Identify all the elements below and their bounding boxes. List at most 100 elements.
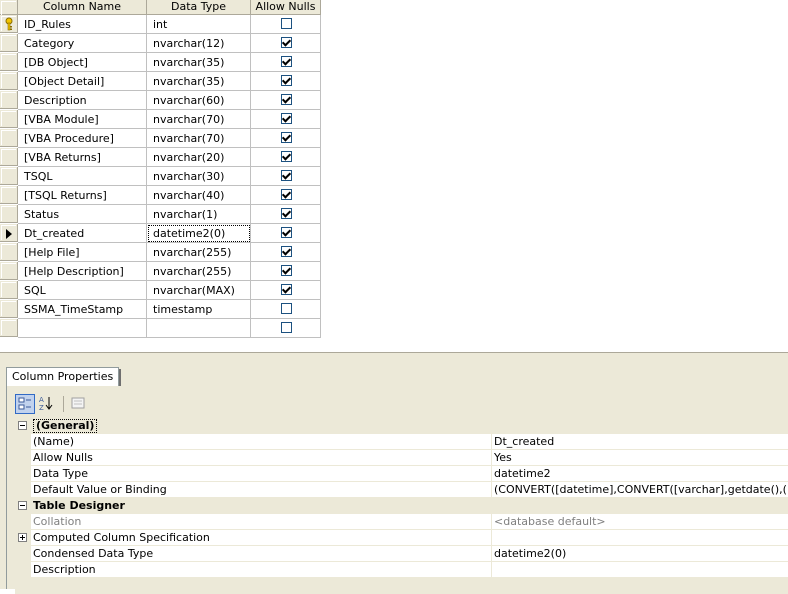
row-selector[interactable] [0,300,18,318]
column-name-cell[interactable]: [Object Detail] [18,72,147,91]
allow-nulls-checkbox[interactable] [281,265,292,276]
column-name-cell[interactable]: Status [18,205,147,224]
property-row-description[interactable]: Description [15,562,788,578]
property-value[interactable] [492,562,788,578]
allow-nulls-checkbox[interactable] [281,94,292,105]
allow-nulls-checkbox[interactable] [281,56,292,67]
property-value[interactable]: Dt_created [492,434,788,450]
allow-nulls-checkbox[interactable] [281,303,292,314]
column-name-cell[interactable]: [DB Object] [18,53,147,72]
data-type-cell[interactable]: nvarchar(40) [147,186,251,205]
property-value[interactable] [492,530,788,546]
data-type-cell[interactable]: nvarchar(70) [147,129,251,148]
collapse-icon[interactable] [18,421,27,430]
column-name-cell[interactable]: Category [18,34,147,53]
data-type-cell[interactable]: nvarchar(255) [147,262,251,281]
allow-nulls-checkbox[interactable] [281,37,292,48]
header-corner [0,0,18,16]
property-row-allow-nulls[interactable]: Allow Nulls Yes [15,450,788,466]
property-value[interactable]: datetime2(0) [492,546,788,562]
data-type-cell[interactable] [147,319,251,338]
data-type-cell[interactable]: nvarchar(70) [147,110,251,129]
category-table-designer[interactable]: Table Designer [15,498,788,514]
data-type-cell[interactable]: nvarchar(MAX) [147,281,251,300]
data-type-cell[interactable]: nvarchar(12) [147,34,251,53]
allow-nulls-checkbox[interactable] [281,284,292,295]
categorized-icon[interactable] [15,394,35,414]
svg-text:Z: Z [39,404,44,412]
data-type-header[interactable]: Data Type [147,0,251,15]
allow-nulls-checkbox[interactable] [281,322,292,333]
allow-nulls-checkbox[interactable] [281,132,292,143]
row-selector[interactable] [0,129,18,147]
category-gutter [15,578,31,594]
property-value[interactable]: datetime2 [492,466,788,482]
property-row-condensed-type[interactable]: Condensed Data Type datetime2(0) [15,546,788,562]
column-name-cell[interactable]: [VBA Returns] [18,148,147,167]
allow-nulls-checkbox[interactable] [281,246,292,257]
row-selector[interactable] [0,186,18,204]
row-selector[interactable] [0,319,18,337]
column-name-cell[interactable]: TSQL [18,167,147,186]
column-name-cell[interactable]: ID_Rules [18,15,147,34]
property-pages-icon[interactable] [69,394,89,414]
row-selector[interactable] [0,34,18,52]
row-selector[interactable] [0,72,18,90]
data-type-cell[interactable]: datetime2(0) [147,224,251,243]
tab-column-properties[interactable]: Column Properties [6,367,122,387]
column-name-cell[interactable]: SQL [18,281,147,300]
data-type-cell[interactable]: timestamp [147,300,251,319]
allow-nulls-checkbox[interactable] [281,75,292,86]
property-row-name[interactable]: (Name) Dt_created [15,434,788,450]
row-selector[interactable] [0,262,18,280]
allow-nulls-checkbox[interactable] [281,151,292,162]
row-selector[interactable] [0,110,18,128]
allow-nulls-checkbox[interactable] [281,170,292,181]
allow-nulls-checkbox[interactable] [281,227,292,238]
row-selector[interactable] [0,15,18,33]
column-name-cell[interactable]: Description [18,91,147,110]
expand-icon[interactable] [18,533,27,542]
column-name-cell[interactable]: [Help File] [18,243,147,262]
column-name-cell[interactable]: [VBA Procedure] [18,129,147,148]
row-selector[interactable] [0,167,18,185]
property-row-default-value[interactable]: Default Value or Binding (CONVERT([datet… [15,482,788,498]
data-type-cell[interactable]: nvarchar(35) [147,72,251,91]
column-name-cell[interactable]: [VBA Module] [18,110,147,129]
allow-nulls-checkbox[interactable] [281,208,292,219]
column-name-cell[interactable]: SSMA_TimeStamp [18,300,147,319]
collapse-icon[interactable] [18,501,27,510]
property-value[interactable]: Yes [492,450,788,466]
row-selector[interactable] [0,224,18,242]
allow-nulls-checkbox[interactable] [281,18,292,29]
row-selector[interactable] [0,53,18,71]
property-row-data-type[interactable]: Data Type datetime2 [15,466,788,482]
column-name-cell[interactable]: Dt_created [18,224,147,243]
row-selector[interactable] [0,243,18,261]
allow-nulls-checkbox[interactable] [281,113,292,124]
row-selector[interactable] [0,148,18,166]
allow-nulls-checkbox[interactable] [281,189,292,200]
category-general[interactable]: (General) [15,418,788,434]
column-name-cell[interactable]: [Help Description] [18,262,147,281]
column-name-header[interactable]: Column Name [18,0,147,15]
row-selector[interactable] [0,91,18,109]
column-name-cell[interactable]: [TSQL Returns] [18,186,147,205]
row-selector[interactable] [0,205,18,223]
property-row-computed-column[interactable]: Computed Column Specification [15,530,788,546]
data-type-cell[interactable]: nvarchar(35) [147,53,251,72]
row-selector[interactable] [0,281,18,299]
data-type-cell[interactable]: nvarchar(1) [147,205,251,224]
data-type-cell[interactable]: nvarchar(30) [147,167,251,186]
allow-nulls-header[interactable]: Allow Nulls [251,0,321,15]
data-type-cell[interactable]: int [147,15,251,34]
alphabetical-icon[interactable]: A Z [37,394,57,414]
allow-nulls-cell [251,300,321,319]
column-name-cell[interactable] [18,319,147,338]
property-value[interactable]: (CONVERT([datetime],CONVERT([varchar],ge… [492,482,788,498]
category-gutter [15,498,31,514]
data-type-cell[interactable]: nvarchar(60) [147,91,251,110]
data-type-cell[interactable]: nvarchar(20) [147,148,251,167]
data-type-cell[interactable]: nvarchar(255) [147,243,251,262]
property-row-collation[interactable]: Collation <database default> [15,514,788,530]
